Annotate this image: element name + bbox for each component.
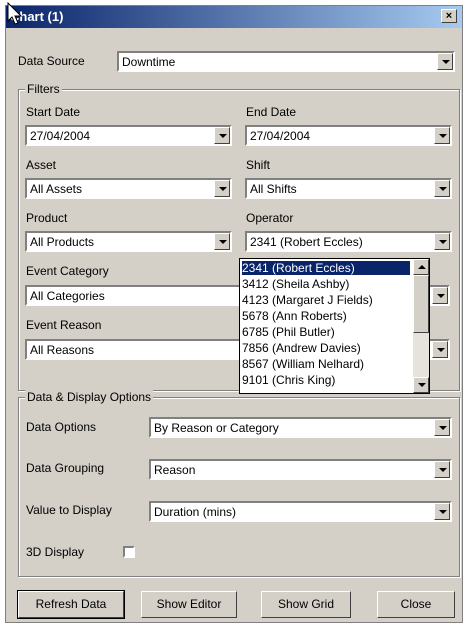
end-date-value: 27/04/2004 — [250, 129, 311, 143]
event-category-value: All Categories — [30, 289, 105, 303]
event-category-label: Event Category — [26, 264, 109, 278]
end-date-label: End Date — [246, 105, 297, 119]
chevron-down-icon[interactable] — [432, 341, 448, 358]
data-grouping-value: Reason — [154, 463, 196, 477]
chevron-down-icon[interactable] — [434, 503, 450, 520]
value-to-display-combo[interactable]: Duration (mins) — [149, 501, 452, 522]
filters-title: Filters — [25, 82, 62, 96]
scroll-thumb[interactable] — [413, 275, 429, 333]
data-options-label: Data Options — [26, 420, 97, 434]
chevron-down-icon[interactable] — [437, 53, 453, 70]
close-icon[interactable]: × — [441, 9, 457, 23]
event-reason-label: Event Reason — [26, 318, 102, 332]
chevron-down-icon[interactable] — [214, 233, 230, 250]
title-bar[interactable]: Chart (1) × — [6, 6, 462, 28]
event-reason-value: All Reasons — [30, 343, 95, 357]
data-options-value: By Reason or Category — [154, 421, 279, 435]
shift-value: All Shifts — [250, 182, 297, 196]
operator-dropdown-list[interactable]: 2341 (Robert Eccles) 3412 (Sheila Ashby)… — [239, 258, 430, 394]
data-source-value: Downtime — [122, 55, 176, 69]
product-label: Product — [26, 211, 68, 225]
start-date-value: 27/04/2004 — [30, 129, 91, 143]
chevron-down-icon[interactable] — [434, 419, 450, 436]
chevron-down-icon[interactable] — [432, 287, 448, 304]
chevron-down-icon[interactable] — [214, 127, 230, 144]
shift-combo[interactable]: All Shifts — [245, 178, 452, 199]
scroll-up-icon[interactable] — [413, 259, 429, 275]
start-date-combo[interactable]: 27/04/2004 — [25, 125, 232, 146]
asset-combo[interactable]: All Assets — [25, 178, 232, 199]
operator-option[interactable]: 9101 (Chris King) — [242, 373, 410, 387]
start-date-label: Start Date — [26, 105, 81, 119]
chevron-down-icon[interactable] — [434, 233, 450, 250]
show-grid-button[interactable]: Show Grid — [261, 591, 351, 618]
operator-option[interactable]: 8567 (William Nelhard) — [242, 357, 410, 371]
mouse-cursor-icon — [7, 2, 23, 25]
asset-value: All Assets — [30, 182, 83, 196]
operator-option[interactable]: 4123 (Margaret J Fields) — [242, 293, 410, 307]
chevron-down-icon[interactable] — [434, 461, 450, 478]
display-3d-checkbox[interactable] — [123, 546, 135, 558]
operator-value: 2341 (Robert Eccles) — [250, 235, 363, 249]
dropdown-scrollbar[interactable] — [413, 259, 429, 393]
data-source-combo[interactable]: Downtime — [117, 51, 455, 72]
data-source-label: Data Source — [18, 54, 85, 68]
operator-option[interactable]: 2341 (Robert Eccles) — [242, 261, 410, 275]
display-3d-label: 3D Display — [26, 545, 85, 559]
refresh-data-button[interactable]: Refresh Data — [17, 590, 125, 619]
operator-option[interactable]: 7856 (Andrew Davies) — [242, 341, 410, 355]
chevron-down-icon[interactable] — [434, 180, 450, 197]
show-editor-button[interactable]: Show Editor — [141, 591, 237, 618]
asset-label: Asset — [26, 158, 57, 172]
chevron-down-icon[interactable] — [434, 127, 450, 144]
end-date-combo[interactable]: 27/04/2004 — [245, 125, 452, 146]
operator-combo[interactable]: 2341 (Robert Eccles) — [245, 231, 452, 252]
close-button[interactable]: Close — [377, 591, 455, 618]
value-to-display-value: Duration (mins) — [154, 505, 237, 519]
data-grouping-combo[interactable]: Reason — [149, 459, 452, 480]
operator-option[interactable]: 5678 (Ann Roberts) — [242, 309, 410, 323]
product-combo[interactable]: All Products — [25, 231, 232, 252]
display-options-title: Data & Display Options — [25, 390, 154, 404]
data-grouping-label: Data Grouping — [26, 461, 105, 475]
data-options-combo[interactable]: By Reason or Category — [149, 417, 452, 438]
value-to-display-label: Value to Display — [26, 503, 112, 517]
operator-option[interactable]: 3412 (Sheila Ashby) — [242, 277, 410, 291]
product-value: All Products — [30, 235, 95, 249]
operator-label: Operator — [246, 211, 294, 225]
shift-label: Shift — [246, 158, 271, 172]
scroll-down-icon[interactable] — [413, 377, 429, 393]
operator-option[interactable]: 6785 (Phil Butler) — [242, 325, 410, 339]
chevron-down-icon[interactable] — [214, 180, 230, 197]
